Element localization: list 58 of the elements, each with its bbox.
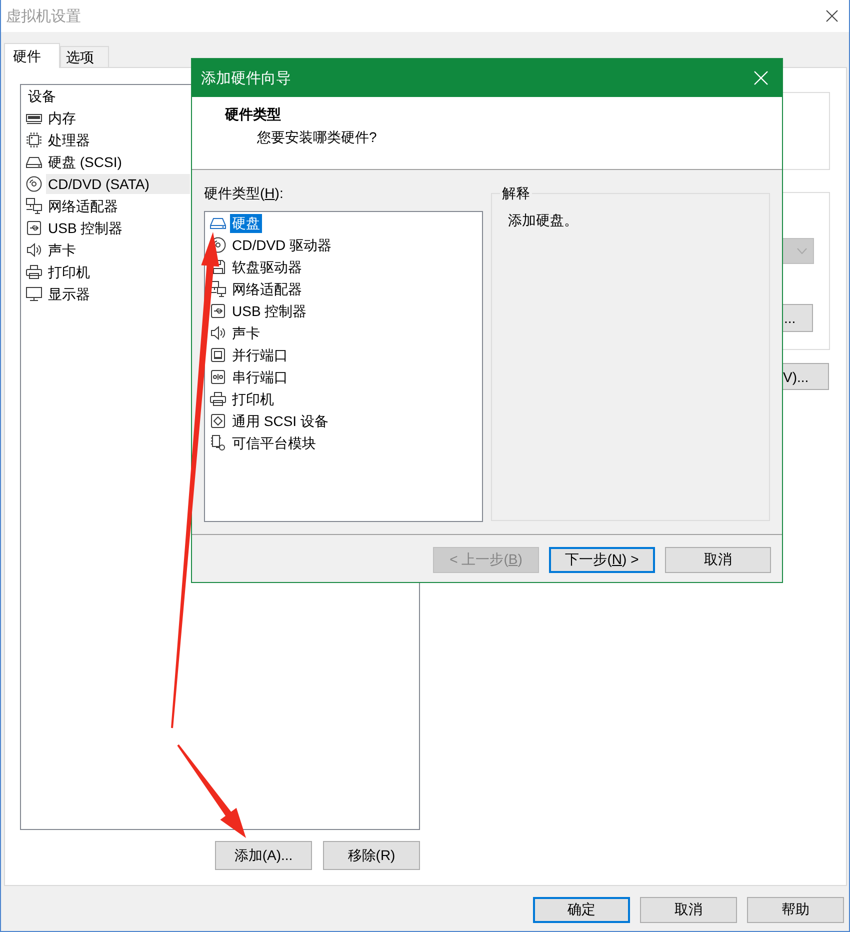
network-icon — [210, 281, 226, 297]
list-item[interactable]: CD/DVD (SATA) — [46, 174, 190, 194]
list-label: 硬件类型(H): — [204, 184, 284, 202]
list-item[interactable]: 声卡 — [230, 324, 262, 342]
group-title: 解释 — [501, 184, 531, 202]
diamond-tile-icon — [210, 413, 226, 429]
monitor-icon — [26, 286, 42, 302]
remove-button[interactable]: 移除(R) — [323, 841, 420, 870]
list-item[interactable]: 打印机 — [46, 262, 92, 282]
chip-icon — [26, 132, 42, 148]
list-item[interactable]: 声卡 — [46, 240, 78, 260]
partial-button[interactable]: ... — [783, 304, 813, 332]
usb-icon — [26, 220, 42, 236]
printer-icon — [26, 264, 42, 280]
chip-key-icon — [210, 435, 226, 451]
cancel-button[interactable]: 取消 — [640, 897, 737, 923]
serial-port-icon — [210, 369, 226, 385]
usb-icon — [210, 303, 226, 319]
dialog-title: 添加硬件向导 — [201, 68, 291, 88]
list-item[interactable]: 网络适配器 — [230, 280, 304, 298]
add-button[interactable]: 添加(A)... — [215, 841, 312, 870]
next-button[interactable]: 下一步(N) > — [549, 547, 655, 573]
printer-icon — [210, 391, 226, 407]
list-item[interactable]: 处理器 — [46, 130, 92, 150]
chevron-icon — [797, 248, 807, 254]
port-icon — [210, 347, 226, 363]
list-item[interactable]: 通用 SCSI 设备 — [230, 412, 330, 430]
cancel-button[interactable]: 取消 — [665, 547, 771, 573]
list-item[interactable]: 可信平台模块 — [230, 434, 318, 452]
ok-button[interactable]: 确定 — [533, 897, 630, 923]
wizard-subheading: 您要安装哪类硬件? — [257, 128, 378, 147]
list-item[interactable]: 串行端口 — [230, 368, 290, 386]
list-item[interactable]: USB 控制器 — [230, 302, 309, 320]
hard-drive-icon — [210, 215, 226, 231]
tab[interactable]: 选项 — [60, 46, 109, 67]
tab[interactable]: 硬件 — [4, 43, 60, 68]
explanation-text: 添加硬盘。 — [508, 211, 579, 229]
list-item[interactable]: 打印机 — [230, 390, 276, 408]
network-icon — [26, 198, 42, 214]
list-item[interactable]: CD/DVD 驱动器 — [230, 236, 334, 254]
hard-drive-icon — [26, 154, 42, 170]
column-header: 设备 — [27, 87, 57, 106]
speaker-icon — [210, 325, 226, 341]
speaker-icon — [26, 242, 42, 258]
close-icon[interactable] — [826, 10, 838, 22]
list-item[interactable]: 内存 — [46, 108, 78, 128]
wizard-heading: 硬件类型 — [225, 105, 282, 124]
list-item[interactable]: 网络适配器 — [46, 196, 120, 216]
list-item[interactable]: 硬盘 (SCSI) — [46, 152, 124, 172]
list-item[interactable]: 软盘驱动器 — [230, 258, 304, 276]
help-button[interactable]: 帮助 — [747, 897, 844, 923]
partial-button[interactable]: V)... — [783, 363, 829, 390]
list-item[interactable]: 并行端口 — [230, 346, 290, 364]
list-item[interactable]: USB 控制器 — [46, 218, 125, 238]
disc-icon — [26, 176, 42, 192]
list-item[interactable]: 硬盘 — [230, 214, 262, 232]
window-title: 虚拟机设置 — [6, 6, 81, 26]
list-item[interactable]: 显示器 — [46, 284, 92, 304]
